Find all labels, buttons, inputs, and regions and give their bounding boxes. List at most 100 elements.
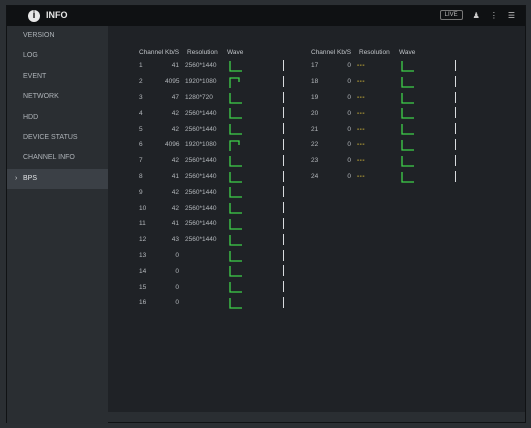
menu-icon[interactable]: ☰ — [508, 11, 515, 20]
wave-line — [229, 249, 242, 262]
wave-scale-marker — [283, 60, 285, 71]
bitrate-value: 0 — [175, 283, 179, 291]
resolution-value: --- — [357, 109, 365, 117]
wave-scale-marker — [455, 170, 457, 182]
table-row: 7 42 2560*1440 — [139, 153, 287, 169]
wave-graph — [227, 105, 287, 121]
wave-scale-marker — [283, 217, 285, 229]
resolution-value: 2560*1440 — [185, 157, 217, 165]
wave-scale-marker — [283, 202, 285, 214]
table-row: 12 43 2560*1440 — [139, 232, 287, 248]
sidebar-item-label: LOG — [23, 52, 38, 60]
bitrate-value: 41 — [171, 62, 179, 70]
bitrate-value: 0 — [347, 172, 351, 180]
sidebar-item-event[interactable]: EVENT — [7, 67, 108, 87]
sidebar-item-log[interactable]: LOG — [7, 46, 108, 66]
sidebar-item-label: DEVICE STATUS — [23, 133, 78, 141]
channel-number: 23 — [311, 157, 319, 165]
table-row: 14 0 — [139, 263, 287, 279]
bitrate-value: 0 — [175, 251, 179, 259]
sidebar-item-hdd[interactable]: HDD — [7, 108, 108, 128]
resolution-value: 1280*720 — [185, 93, 213, 101]
wave-graph — [399, 137, 459, 153]
table-row: 11 41 2560*1440 — [139, 216, 287, 232]
wave-line — [229, 154, 242, 167]
channel-number: 19 — [311, 93, 319, 101]
bitrate-value: 4096 — [165, 141, 180, 149]
wave-line — [229, 217, 242, 230]
bps-header-right: Channel Kb/S Resolution Wave — [311, 47, 459, 58]
channel-number: 20 — [311, 109, 319, 117]
table-row: 9 42 2560*1440 — [139, 184, 287, 200]
title-bar: i INFO LIVE ♟ ⋮ ☰ — [7, 6, 525, 26]
live-button[interactable]: LIVE — [439, 10, 463, 20]
wave-graph — [227, 153, 287, 169]
sidebar-item-version[interactable]: VERSION — [7, 26, 108, 46]
info-icon: i — [28, 10, 40, 22]
wave-line — [401, 106, 414, 120]
sidebar-item-bps[interactable]: › BPS — [7, 168, 108, 190]
channel-number: 3 — [139, 93, 143, 101]
resolution-value: --- — [357, 125, 365, 133]
wave-line — [229, 296, 242, 309]
wave-scale-marker — [283, 138, 285, 150]
table-row: 8 41 2560*1440 — [139, 169, 287, 185]
table-row: 20 0 --- — [311, 105, 459, 121]
bitrate-value: 42 — [171, 125, 179, 133]
wave-scale-marker — [283, 281, 285, 293]
wave-line — [401, 91, 414, 104]
wave-line — [229, 75, 241, 88]
wave-graph — [399, 153, 459, 169]
channel-number: 12 — [139, 236, 147, 244]
sidebar-item-channel-info[interactable]: CHANNEL INFO — [7, 148, 108, 168]
sidebar-item-label: NETWORK — [23, 93, 59, 101]
more-icon[interactable]: ⋮ — [490, 11, 498, 20]
bitrate-value: 4095 — [165, 78, 180, 86]
bitrate-value: 42 — [171, 109, 179, 117]
resolution-value: --- — [357, 78, 365, 86]
channel-number: 9 — [139, 188, 143, 196]
channel-number: 15 — [139, 283, 147, 291]
table-row: 10 42 2560*1440 — [139, 200, 287, 216]
table-row: 17 0 --- — [311, 58, 459, 74]
resolution-value: --- — [357, 172, 365, 180]
wave-graph — [227, 169, 287, 185]
table-row: 21 0 --- — [311, 121, 459, 137]
wave-line — [229, 170, 242, 183]
header-kbs: Kb/S — [165, 49, 180, 56]
channel-number: 21 — [311, 125, 319, 133]
bitrate-value: 41 — [171, 220, 179, 228]
resolution-value: 1920*1080 — [185, 78, 217, 86]
table-row: 1 41 2560*1440 — [139, 58, 287, 74]
resolution-value: --- — [357, 62, 365, 70]
table-row: 3 47 1280*720 — [139, 90, 287, 106]
user-icon[interactable]: ♟ — [473, 11, 480, 20]
chevron-right-icon: › — [15, 174, 18, 182]
title-bar-controls: LIVE ♟ ⋮ ☰ — [439, 10, 515, 20]
wave-line — [401, 75, 414, 88]
bitrate-value: 43 — [171, 236, 179, 244]
resolution-value: 2560*1440 — [185, 109, 217, 117]
resolution-value: --- — [357, 157, 365, 165]
bitrate-value: 0 — [347, 157, 351, 165]
channel-number: 13 — [139, 251, 147, 259]
channel-number: 24 — [311, 172, 319, 180]
wave-line — [229, 280, 242, 293]
sidebar-item-device-status[interactable]: DEVICE STATUS — [7, 128, 108, 148]
bps-table-right: Channel Kb/S Resolution Wave 17 0 --- 18 0 --- 19 0… — [311, 47, 459, 184]
resolution-value: --- — [357, 93, 365, 101]
wave-line — [401, 59, 414, 72]
wave-scale-marker — [283, 91, 285, 103]
wave-line — [401, 138, 414, 151]
wave-graph — [227, 121, 287, 137]
wave-scale-marker — [455, 91, 457, 103]
sidebar-item-label: VERSION — [23, 32, 55, 39]
table-row: 24 0 --- — [311, 169, 459, 185]
channel-number: 2 — [139, 78, 143, 86]
sidebar: VERSION LOG EVENT NETWORK HDD DEVICE STATUS CH… — [7, 26, 108, 424]
sidebar-item-network[interactable]: NETWORK — [7, 87, 108, 107]
channel-number: 16 — [139, 299, 147, 307]
table-row: 15 0 — [139, 279, 287, 295]
bitrate-value: 0 — [347, 62, 351, 70]
channel-number: 18 — [311, 78, 319, 86]
